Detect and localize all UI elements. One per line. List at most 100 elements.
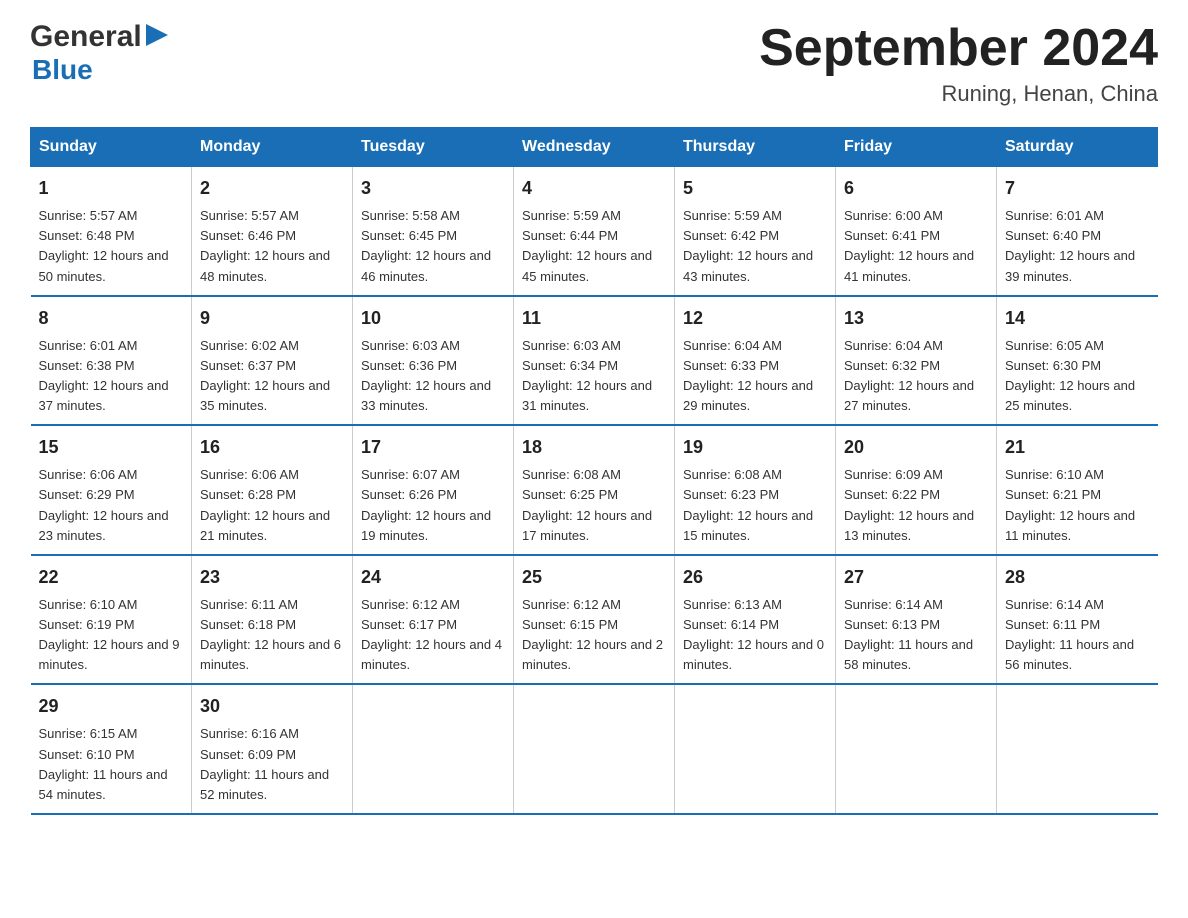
- day-info: Sunrise: 6:14 AMSunset: 6:11 PMDaylight:…: [1005, 597, 1134, 672]
- table-row: 30 Sunrise: 6:16 AMSunset: 6:09 PMDaylig…: [192, 684, 353, 814]
- day-number: 21: [1005, 434, 1150, 461]
- table-row: 23 Sunrise: 6:11 AMSunset: 6:18 PMDaylig…: [192, 555, 353, 685]
- table-row: 18 Sunrise: 6:08 AMSunset: 6:25 PMDaylig…: [514, 425, 675, 555]
- day-number: 18: [522, 434, 666, 461]
- logo-text: General: [30, 20, 168, 54]
- logo-general: General: [30, 20, 142, 54]
- table-row: 7 Sunrise: 6:01 AMSunset: 6:40 PMDayligh…: [997, 167, 1158, 296]
- calendar-week-row: 15 Sunrise: 6:06 AMSunset: 6:29 PMDaylig…: [31, 425, 1158, 555]
- header-sunday: Sunday: [31, 128, 192, 167]
- day-number: 15: [39, 434, 184, 461]
- table-row: [514, 684, 675, 814]
- day-info: Sunrise: 6:07 AMSunset: 6:26 PMDaylight:…: [361, 467, 491, 542]
- title-block: September 2024 Runing, Henan, China: [759, 20, 1158, 107]
- day-number: 29: [39, 693, 184, 720]
- day-number: 1: [39, 175, 184, 202]
- table-row: 17 Sunrise: 6:07 AMSunset: 6:26 PMDaylig…: [353, 425, 514, 555]
- day-number: 30: [200, 693, 344, 720]
- day-info: Sunrise: 5:57 AMSunset: 6:46 PMDaylight:…: [200, 208, 330, 283]
- day-info: Sunrise: 6:08 AMSunset: 6:25 PMDaylight:…: [522, 467, 652, 542]
- day-number: 7: [1005, 175, 1150, 202]
- table-row: 28 Sunrise: 6:14 AMSunset: 6:11 PMDaylig…: [997, 555, 1158, 685]
- table-row: 26 Sunrise: 6:13 AMSunset: 6:14 PMDaylig…: [675, 555, 836, 685]
- logo-blue: Blue: [32, 54, 93, 86]
- day-number: 11: [522, 305, 666, 332]
- header-saturday: Saturday: [997, 128, 1158, 167]
- logo: General Blue: [30, 20, 168, 86]
- day-number: 4: [522, 175, 666, 202]
- day-info: Sunrise: 6:03 AMSunset: 6:36 PMDaylight:…: [361, 338, 491, 413]
- calendar-week-row: 8 Sunrise: 6:01 AMSunset: 6:38 PMDayligh…: [31, 296, 1158, 426]
- day-info: Sunrise: 6:05 AMSunset: 6:30 PMDaylight:…: [1005, 338, 1135, 413]
- day-info: Sunrise: 6:15 AMSunset: 6:10 PMDaylight:…: [39, 726, 168, 801]
- table-row: [836, 684, 997, 814]
- day-info: Sunrise: 6:04 AMSunset: 6:32 PMDaylight:…: [844, 338, 974, 413]
- day-number: 8: [39, 305, 184, 332]
- table-row: 15 Sunrise: 6:06 AMSunset: 6:29 PMDaylig…: [31, 425, 192, 555]
- table-row: 2 Sunrise: 5:57 AMSunset: 6:46 PMDayligh…: [192, 167, 353, 296]
- table-row: 19 Sunrise: 6:08 AMSunset: 6:23 PMDaylig…: [675, 425, 836, 555]
- table-row: 13 Sunrise: 6:04 AMSunset: 6:32 PMDaylig…: [836, 296, 997, 426]
- calendar-header-row: Sunday Monday Tuesday Wednesday Thursday…: [31, 128, 1158, 167]
- day-info: Sunrise: 6:08 AMSunset: 6:23 PMDaylight:…: [683, 467, 813, 542]
- table-row: 29 Sunrise: 6:15 AMSunset: 6:10 PMDaylig…: [31, 684, 192, 814]
- day-number: 25: [522, 564, 666, 591]
- day-info: Sunrise: 6:10 AMSunset: 6:19 PMDaylight:…: [39, 597, 180, 672]
- day-info: Sunrise: 5:59 AMSunset: 6:44 PMDaylight:…: [522, 208, 652, 283]
- table-row: 25 Sunrise: 6:12 AMSunset: 6:15 PMDaylig…: [514, 555, 675, 685]
- day-number: 10: [361, 305, 505, 332]
- header-tuesday: Tuesday: [353, 128, 514, 167]
- day-info: Sunrise: 6:03 AMSunset: 6:34 PMDaylight:…: [522, 338, 652, 413]
- day-number: 22: [39, 564, 184, 591]
- day-number: 17: [361, 434, 505, 461]
- day-info: Sunrise: 6:11 AMSunset: 6:18 PMDaylight:…: [200, 597, 341, 672]
- header-monday: Monday: [192, 128, 353, 167]
- table-row: 1 Sunrise: 5:57 AMSunset: 6:48 PMDayligh…: [31, 167, 192, 296]
- table-row: 3 Sunrise: 5:58 AMSunset: 6:45 PMDayligh…: [353, 167, 514, 296]
- table-row: 12 Sunrise: 6:04 AMSunset: 6:33 PMDaylig…: [675, 296, 836, 426]
- day-info: Sunrise: 6:04 AMSunset: 6:33 PMDaylight:…: [683, 338, 813, 413]
- day-number: 3: [361, 175, 505, 202]
- calendar-table: Sunday Monday Tuesday Wednesday Thursday…: [30, 127, 1158, 815]
- day-info: Sunrise: 5:58 AMSunset: 6:45 PMDaylight:…: [361, 208, 491, 283]
- day-info: Sunrise: 6:01 AMSunset: 6:38 PMDaylight:…: [39, 338, 169, 413]
- table-row: 20 Sunrise: 6:09 AMSunset: 6:22 PMDaylig…: [836, 425, 997, 555]
- day-number: 16: [200, 434, 344, 461]
- day-info: Sunrise: 6:10 AMSunset: 6:21 PMDaylight:…: [1005, 467, 1135, 542]
- calendar-week-row: 22 Sunrise: 6:10 AMSunset: 6:19 PMDaylig…: [31, 555, 1158, 685]
- day-info: Sunrise: 6:01 AMSunset: 6:40 PMDaylight:…: [1005, 208, 1135, 283]
- header-thursday: Thursday: [675, 128, 836, 167]
- day-info: Sunrise: 6:13 AMSunset: 6:14 PMDaylight:…: [683, 597, 824, 672]
- calendar-subtitle: Runing, Henan, China: [759, 81, 1158, 107]
- day-number: 28: [1005, 564, 1150, 591]
- table-row: 10 Sunrise: 6:03 AMSunset: 6:36 PMDaylig…: [353, 296, 514, 426]
- table-row: [675, 684, 836, 814]
- table-row: [997, 684, 1158, 814]
- day-info: Sunrise: 6:06 AMSunset: 6:28 PMDaylight:…: [200, 467, 330, 542]
- day-info: Sunrise: 6:12 AMSunset: 6:17 PMDaylight:…: [361, 597, 502, 672]
- table-row: 5 Sunrise: 5:59 AMSunset: 6:42 PMDayligh…: [675, 167, 836, 296]
- day-info: Sunrise: 6:14 AMSunset: 6:13 PMDaylight:…: [844, 597, 973, 672]
- day-info: Sunrise: 5:59 AMSunset: 6:42 PMDaylight:…: [683, 208, 813, 283]
- day-info: Sunrise: 6:12 AMSunset: 6:15 PMDaylight:…: [522, 597, 663, 672]
- calendar-week-row: 29 Sunrise: 6:15 AMSunset: 6:10 PMDaylig…: [31, 684, 1158, 814]
- day-info: Sunrise: 6:06 AMSunset: 6:29 PMDaylight:…: [39, 467, 169, 542]
- day-number: 26: [683, 564, 827, 591]
- day-number: 24: [361, 564, 505, 591]
- day-number: 23: [200, 564, 344, 591]
- day-number: 14: [1005, 305, 1150, 332]
- day-number: 6: [844, 175, 988, 202]
- day-info: Sunrise: 5:57 AMSunset: 6:48 PMDaylight:…: [39, 208, 169, 283]
- day-number: 13: [844, 305, 988, 332]
- day-info: Sunrise: 6:00 AMSunset: 6:41 PMDaylight:…: [844, 208, 974, 283]
- table-row: 11 Sunrise: 6:03 AMSunset: 6:34 PMDaylig…: [514, 296, 675, 426]
- header-friday: Friday: [836, 128, 997, 167]
- day-number: 20: [844, 434, 988, 461]
- table-row: 9 Sunrise: 6:02 AMSunset: 6:37 PMDayligh…: [192, 296, 353, 426]
- table-row: 16 Sunrise: 6:06 AMSunset: 6:28 PMDaylig…: [192, 425, 353, 555]
- calendar-week-row: 1 Sunrise: 5:57 AMSunset: 6:48 PMDayligh…: [31, 167, 1158, 296]
- day-number: 27: [844, 564, 988, 591]
- table-row: 8 Sunrise: 6:01 AMSunset: 6:38 PMDayligh…: [31, 296, 192, 426]
- header-wednesday: Wednesday: [514, 128, 675, 167]
- day-number: 5: [683, 175, 827, 202]
